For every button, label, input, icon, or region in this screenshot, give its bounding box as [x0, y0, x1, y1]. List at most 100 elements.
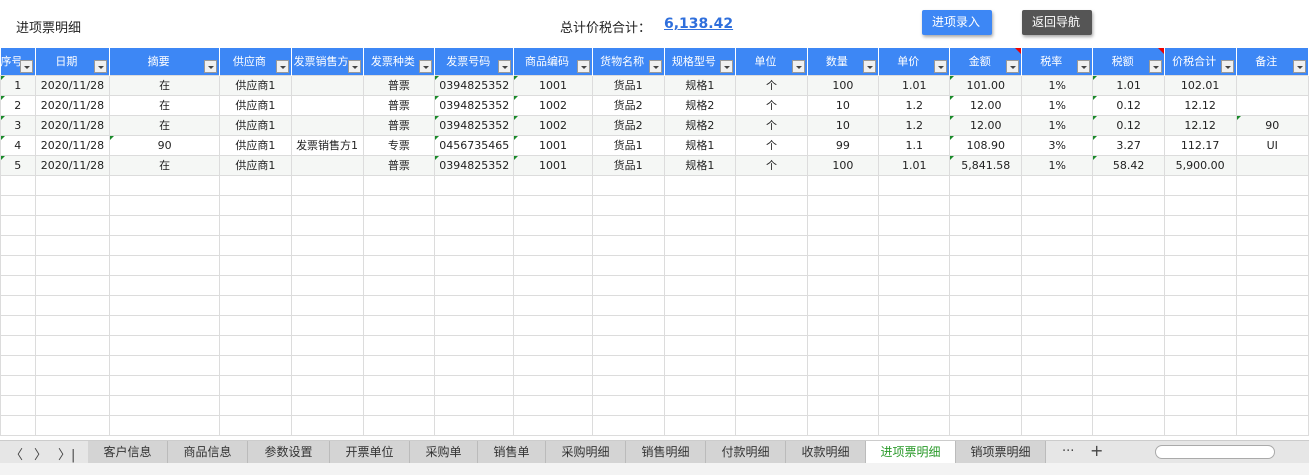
table-cell[interactable]	[362, 374, 436, 396]
table-cell[interactable]	[109, 294, 221, 316]
table-cell[interactable]	[1021, 374, 1094, 396]
sheet-tab[interactable]: 销售单	[478, 441, 546, 463]
table-cell[interactable]	[109, 354, 221, 376]
table-cell[interactable]	[1163, 394, 1237, 416]
table-cell[interactable]	[735, 194, 808, 216]
table-cell[interactable]	[1235, 334, 1309, 356]
table-cell[interactable]	[878, 354, 951, 376]
table-cell[interactable]	[0, 174, 36, 196]
table-cell[interactable]	[806, 174, 880, 196]
table-cell[interactable]	[878, 314, 951, 336]
table-cell[interactable]	[0, 274, 36, 296]
filter-dropdown-icon[interactable]	[1220, 59, 1234, 73]
table-cell[interactable]	[513, 374, 593, 396]
table-cell[interactable]	[34, 374, 111, 396]
table-cell[interactable]	[591, 174, 665, 196]
table-cell[interactable]	[591, 374, 665, 396]
table-cell[interactable]	[513, 394, 593, 416]
table-cell[interactable]	[0, 354, 36, 376]
table-cell[interactable]	[878, 234, 951, 256]
table-cell[interactable]: 发票销售方1	[290, 134, 364, 156]
table-cell[interactable]	[735, 414, 808, 436]
table-cell[interactable]	[1092, 274, 1165, 296]
table-cell[interactable]: 0394825352	[434, 114, 515, 136]
table-cell[interactable]	[949, 374, 1023, 396]
table-cell[interactable]	[290, 214, 364, 236]
table-cell[interactable]	[34, 354, 111, 376]
table-cell[interactable]	[219, 254, 292, 276]
table-cell[interactable]	[735, 254, 808, 276]
table-cell[interactable]	[1163, 274, 1237, 296]
table-cell[interactable]: 普票	[362, 74, 436, 96]
table-cell[interactable]	[290, 274, 364, 296]
table-cell[interactable]: 供应商1	[219, 114, 292, 136]
table-cell[interactable]: 10	[806, 114, 880, 136]
table-cell[interactable]: 个	[735, 114, 808, 136]
table-cell[interactable]	[735, 174, 808, 196]
table-cell[interactable]: 0394825352	[434, 154, 515, 176]
table-cell[interactable]: 112.17	[1163, 134, 1237, 156]
table-cell[interactable]	[1021, 394, 1094, 416]
table-cell[interactable]	[219, 294, 292, 316]
table-cell[interactable]	[1021, 194, 1094, 216]
table-cell[interactable]	[513, 314, 593, 336]
sheet-tab[interactable]: 开票单位	[330, 441, 410, 463]
table-cell[interactable]	[434, 354, 515, 376]
table-cell[interactable]	[0, 194, 36, 216]
table-cell[interactable]	[362, 274, 436, 296]
table-cell[interactable]	[434, 274, 515, 296]
table-cell[interactable]	[1235, 314, 1309, 336]
table-cell[interactable]	[1021, 414, 1094, 436]
table-cell[interactable]	[219, 334, 292, 356]
table-cell[interactable]	[949, 214, 1023, 236]
table-cell[interactable]: 102.01	[1163, 74, 1237, 96]
table-cell[interactable]	[290, 374, 364, 396]
table-cell[interactable]: 2020/11/28	[34, 134, 111, 156]
table-cell[interactable]: 2020/11/28	[34, 114, 111, 136]
table-cell[interactable]	[806, 214, 880, 236]
table-cell[interactable]	[878, 194, 951, 216]
table-cell[interactable]	[1235, 194, 1309, 216]
table-cell[interactable]	[109, 414, 221, 436]
table-cell[interactable]	[109, 214, 221, 236]
table-cell[interactable]: 5,841.58	[949, 154, 1023, 176]
filter-dropdown-icon[interactable]	[204, 59, 218, 73]
table-cell[interactable]	[1163, 234, 1237, 256]
table-cell[interactable]: 1.2	[878, 114, 951, 136]
table-cell[interactable]: 供应商1	[219, 134, 292, 156]
table-cell[interactable]: 2020/11/28	[34, 94, 111, 116]
table-cell[interactable]	[591, 254, 665, 276]
table-cell[interactable]	[0, 374, 36, 396]
sheet-tab[interactable]: 参数设置	[248, 441, 330, 463]
table-cell[interactable]	[878, 174, 951, 196]
table-cell[interactable]	[878, 214, 951, 236]
sheet-tab[interactable]: 收款明细	[786, 441, 866, 463]
table-cell[interactable]	[806, 374, 880, 396]
table-cell[interactable]: 2020/11/28	[34, 154, 111, 176]
table-cell[interactable]: 2	[0, 94, 36, 116]
table-cell[interactable]	[434, 394, 515, 416]
table-cell[interactable]: 个	[735, 94, 808, 116]
filter-dropdown-icon[interactable]	[1148, 59, 1162, 73]
table-cell[interactable]	[0, 294, 36, 316]
table-cell[interactable]	[434, 214, 515, 236]
table-cell[interactable]	[878, 334, 951, 356]
table-cell[interactable]	[1021, 254, 1094, 276]
filter-dropdown-icon[interactable]	[791, 59, 805, 73]
table-cell[interactable]	[1021, 214, 1094, 236]
table-cell[interactable]	[1163, 194, 1237, 216]
table-cell[interactable]: 普票	[362, 154, 436, 176]
table-cell[interactable]	[1092, 194, 1165, 216]
table-cell[interactable]	[1092, 354, 1165, 376]
table-cell[interactable]	[434, 314, 515, 336]
table-cell[interactable]	[290, 174, 364, 196]
table-cell[interactable]	[806, 274, 880, 296]
table-cell[interactable]	[434, 334, 515, 356]
table-cell[interactable]	[1092, 294, 1165, 316]
table-cell[interactable]	[591, 354, 665, 376]
table-cell[interactable]	[1021, 354, 1094, 376]
table-cell[interactable]: 1002	[513, 94, 593, 116]
first-sheet-button[interactable]: 〈	[10, 444, 23, 463]
table-cell[interactable]	[513, 294, 593, 316]
filter-dropdown-icon[interactable]	[863, 59, 877, 73]
